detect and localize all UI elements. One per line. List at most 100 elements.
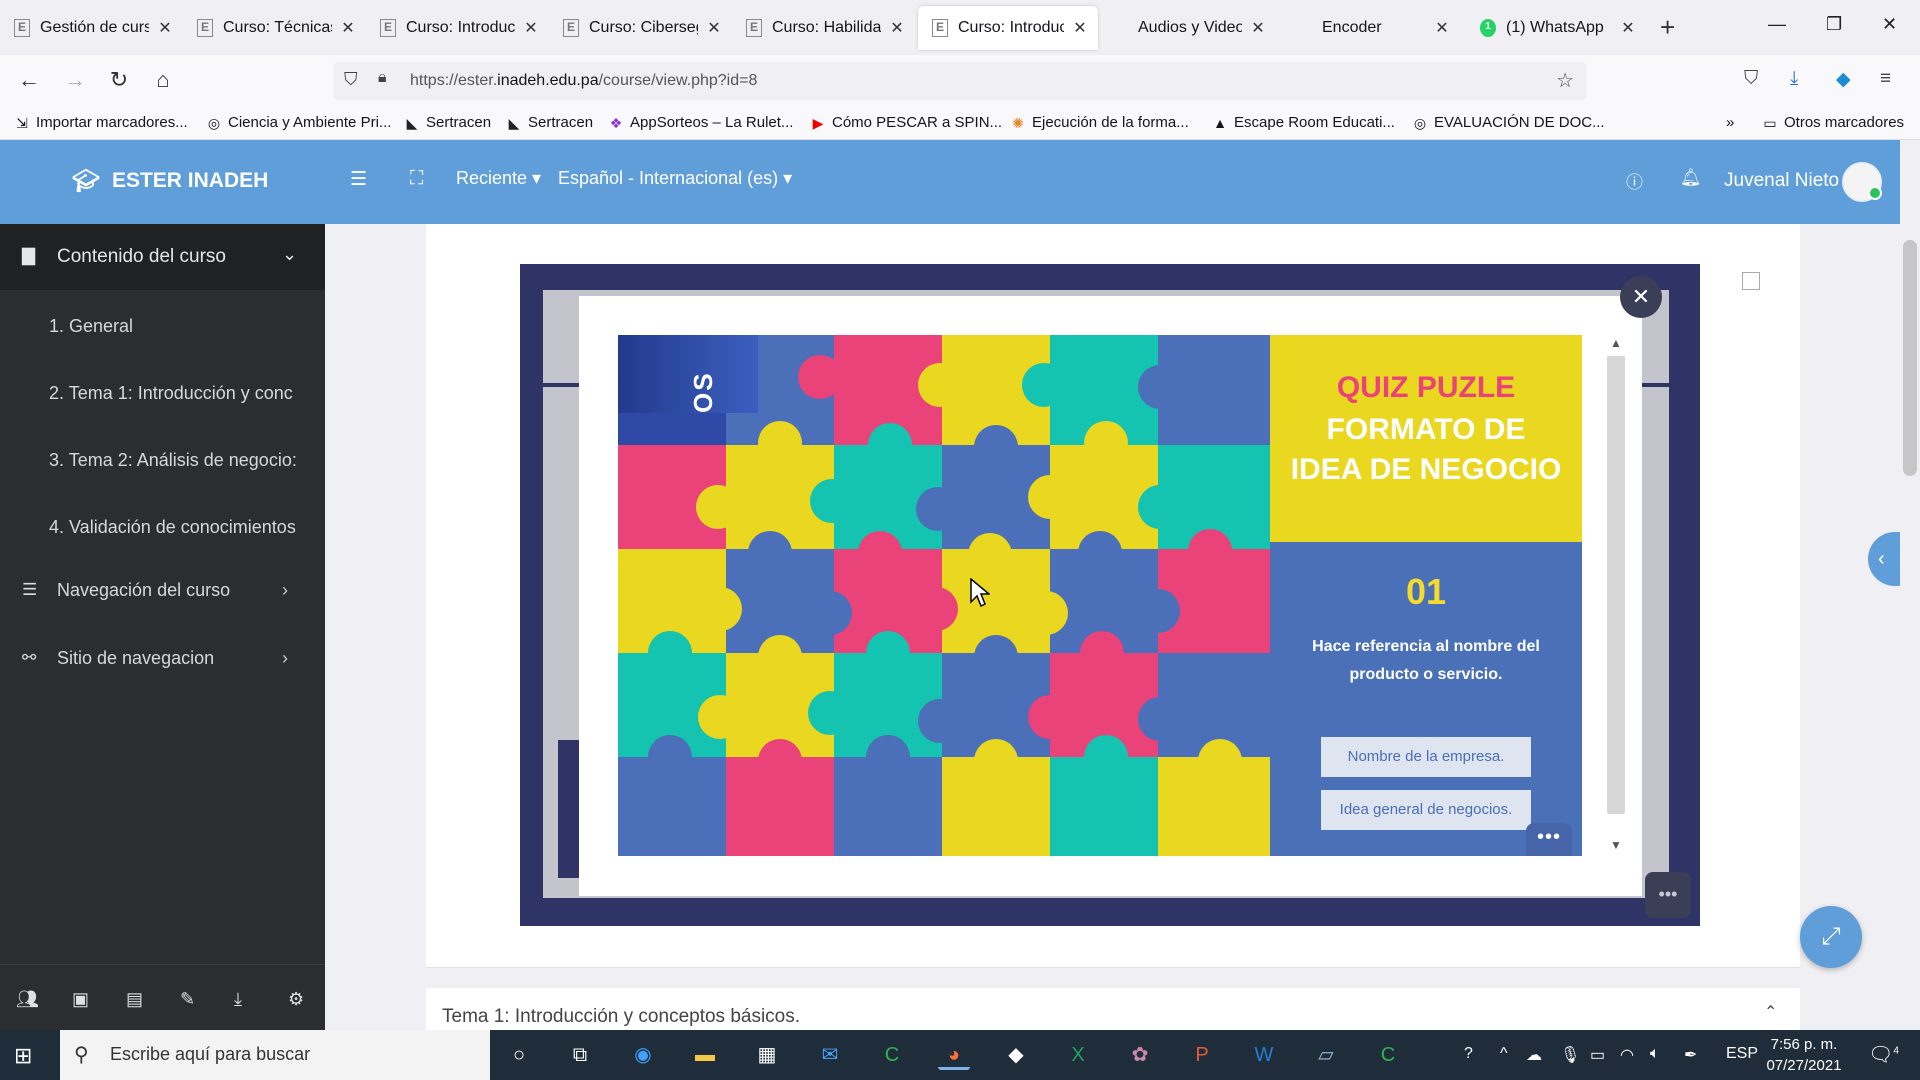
restore-icon[interactable]: ❐	[1826, 14, 1842, 35]
shield-icon[interactable]: ⛉	[344, 69, 358, 90]
store-icon[interactable]: ▦	[751, 1040, 783, 1070]
bookmark-item[interactable]: ▶ Cómo PESCAR a SPIN...	[810, 114, 1002, 131]
edge-icon[interactable]: ◉	[627, 1040, 659, 1070]
notification-center-icon[interactable]: 🗨︎4	[1868, 1042, 1899, 1067]
close-tab-icon[interactable]: ✕	[523, 18, 539, 38]
word-icon[interactable]: W	[1248, 1040, 1280, 1070]
url-text[interactable]: https://ester.inadeh.edu.pa/course/view.…	[410, 72, 757, 90]
close-tab-icon[interactable]: ✕	[157, 18, 173, 38]
user-name[interactable]: Juvenal Nieto	[1724, 170, 1839, 192]
help-tray-icon[interactable]: ?	[1464, 1045, 1473, 1063]
answer-option[interactable]: Nombre de la empresa.	[1321, 737, 1531, 777]
new-tab-button[interactable]: +	[1660, 12, 1675, 43]
bookmark-item[interactable]: ▲ Escape Room Educati...	[1212, 114, 1395, 131]
section-title[interactable]: Tema 1: Introducción y conceptos básicos…	[442, 1006, 800, 1028]
pocket-icon[interactable]: ⛉	[1744, 68, 1758, 90]
lock-icon[interactable]: 🔒︎	[378, 69, 387, 87]
h5p-menu-button[interactable]: •••	[1645, 872, 1691, 918]
chevron-down-icon[interactable]: ⌄	[282, 244, 297, 265]
bookmark-folder[interactable]: ▭ Otros marcadores	[1762, 114, 1904, 131]
expand-fab-icon[interactable]: ⤢	[1800, 906, 1862, 968]
recent-dropdown[interactable]: Reciente ▾	[456, 168, 541, 189]
browser-tab[interactable]: E Curso: Habilidad ✕	[732, 6, 915, 50]
drawer-section-item[interactable]: 3. Tema 2: Análisis de negocio:	[0, 450, 325, 471]
taskbar-clock[interactable]: 7:56 p. m. 07/27/2021	[1754, 1034, 1854, 1076]
drawer-section-item[interactable]: 1. General	[0, 316, 325, 337]
page-scrollbar-thumb[interactable]	[1903, 240, 1917, 476]
course-content-header[interactable]: ▇ Contenido del curso ⌄	[0, 224, 325, 290]
close-tab-icon[interactable]: ✕	[1434, 18, 1450, 38]
minimize-icon[interactable]: —	[1768, 14, 1786, 35]
cortana-icon[interactable]: ○	[503, 1040, 535, 1070]
pen-icon[interactable]: ✒	[1684, 1045, 1697, 1065]
archive-icon[interactable]: ▣	[72, 989, 89, 1010]
brush-icon[interactable]: ✎	[180, 989, 195, 1010]
downloads-icon[interactable]: ⤓	[1790, 68, 1798, 90]
avatar[interactable]	[1842, 162, 1882, 202]
file-explorer-icon[interactable]: ▬	[689, 1040, 721, 1070]
completion-checkbox[interactable]	[1742, 272, 1760, 290]
browser-tab-active[interactable]: E Curso: Introducci ✕	[918, 6, 1098, 50]
browser-tab[interactable]: E Curso: Introducci ✕	[366, 6, 549, 50]
fullscreen-icon[interactable]: ⛶	[410, 168, 423, 190]
browser-tab[interactable]: Encoder ✕	[1308, 6, 1460, 50]
drawer-nav-item[interactable]: ☰ Navegación del curso ›	[0, 580, 325, 610]
bookmarks-overflow-icon[interactable]: »	[1726, 114, 1734, 131]
camtasia-icon[interactable]: C	[876, 1040, 908, 1070]
download-icon[interactable]: ⤓	[234, 989, 242, 1010]
help-icon[interactable]: ⓘ	[1626, 168, 1643, 193]
drawer-section-item[interactable]: 2. Tema 1: Introducción y conc	[0, 383, 325, 404]
url-bar[interactable]: ⛉ 🔒︎ https://ester.inadeh.edu.pa/course/…	[334, 62, 1586, 100]
extension-shield-icon[interactable]: ◆	[1836, 68, 1851, 91]
browser-tab[interactable]: Audios y Videos · ✕	[1124, 6, 1276, 50]
browser-tab[interactable]: E Gestión de curso ✕	[0, 6, 183, 50]
bookmark-star-icon[interactable]: ☆	[1556, 68, 1574, 93]
bookmark-item[interactable]: ◎ EVALUACIÓN DE DOC...	[1412, 114, 1605, 131]
close-tab-icon[interactable]: ✕	[889, 18, 905, 38]
volume-icon[interactable]: 🔈︎	[1650, 1045, 1660, 1063]
notes-icon[interactable]: ▱	[1310, 1040, 1342, 1070]
file-icon[interactable]: ▤	[126, 989, 143, 1010]
camtasia-recorder-icon[interactable]: C	[1372, 1040, 1404, 1070]
back-icon[interactable]: ←	[14, 67, 44, 93]
menu-icon[interactable]: ≡	[1880, 68, 1891, 90]
bell-icon[interactable]: 🔔︎	[1680, 168, 1702, 188]
task-view-icon[interactable]: ⧉	[564, 1040, 596, 1070]
home-icon[interactable]: ⌂	[148, 67, 178, 93]
tray-expand-icon[interactable]: ^	[1500, 1045, 1508, 1063]
site-brand[interactable]: 🎓︎ ESTER INADEH	[72, 168, 268, 194]
wifi-icon[interactable]: ◠	[1620, 1045, 1634, 1065]
bookmark-item[interactable]: ⇲ Importar marcadores...	[14, 114, 188, 131]
bookmark-item[interactable]: ✺ Ejecución de la forma...	[1010, 114, 1189, 131]
close-tab-icon[interactable]: ✕	[706, 18, 722, 38]
close-lightbox-button[interactable]: ✕	[1620, 276, 1662, 318]
users-icon[interactable]: 👥︎	[16, 989, 39, 1010]
browser-tab[interactable]: 1 (1) WhatsApp ✕	[1466, 6, 1646, 50]
microphone-icon[interactable]: 🎙︎	[1560, 1045, 1580, 1065]
close-window-icon[interactable]: ✕	[1882, 14, 1897, 35]
close-tab-icon[interactable]: ✕	[340, 18, 356, 38]
bookmark-item[interactable]: ◣ Sertracen	[506, 114, 593, 131]
reload-icon[interactable]: ↻	[104, 67, 134, 93]
drawer-site-item[interactable]: ⚯ Sitio de navegacion ›	[0, 648, 325, 678]
paint-icon[interactable]: ✿	[1124, 1040, 1156, 1070]
forward-icon[interactable]: →	[60, 67, 90, 93]
close-tab-icon[interactable]: ✕	[1072, 18, 1088, 38]
more-options-button[interactable]: •••	[1526, 823, 1572, 856]
chevron-up-icon[interactable]: ⌃	[1764, 1002, 1777, 1022]
close-tab-icon[interactable]: ✕	[1620, 18, 1636, 38]
mail-icon[interactable]: ✉	[814, 1040, 846, 1070]
hamburger-menu-icon[interactable]: ☰	[350, 168, 367, 191]
bookmark-item[interactable]: ❖ AppSorteos – La Rulet...	[608, 114, 794, 131]
cloud-icon[interactable]: ☁	[1526, 1045, 1542, 1065]
battery-icon[interactable]: ▭	[1590, 1045, 1605, 1065]
puzzle-image[interactable]: OS	[618, 335, 1270, 856]
lightbox-scrollbar-thumb[interactable]	[1607, 356, 1625, 814]
bookmark-item[interactable]: ◣ Sertracen	[404, 114, 491, 131]
answer-option[interactable]: Idea general de negocios.	[1321, 790, 1531, 830]
browser-tab[interactable]: E Curso: Técnicas b ✕	[183, 6, 366, 50]
close-tab-icon[interactable]: ✕	[1250, 18, 1266, 38]
firefox-icon[interactable]: ◕	[938, 1040, 970, 1070]
language-dropdown[interactable]: Español - Internacional (es) ▾	[558, 168, 792, 189]
cogs-icon[interactable]: ⚙	[288, 989, 304, 1010]
